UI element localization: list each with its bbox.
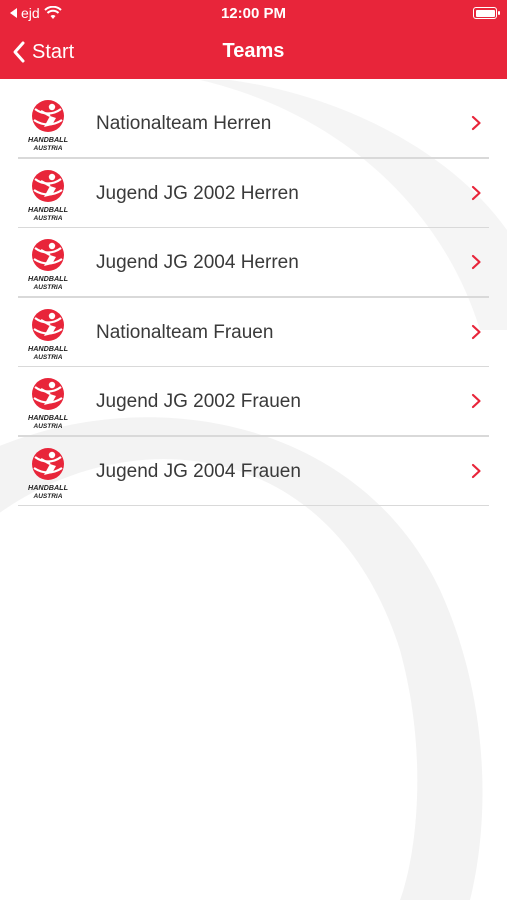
status-time: 12:00 PM (220, 5, 287, 22)
logo-text-bottom: AUSTRIA (33, 354, 63, 361)
team-name: Jugend JG 2004 Frauen (96, 460, 301, 482)
chevron-right-icon (471, 115, 481, 131)
chevron-right-icon (471, 393, 481, 409)
app-header: ejd 12:00 PM Start Teams (0, 0, 507, 79)
team-name: Nationalteam Herren (96, 113, 272, 134)
logo-text-bottom: AUSTRIA (33, 493, 63, 500)
back-button-label: Start (32, 40, 75, 63)
team-row[interactable]: HANDBALL AUSTRIA Nationalteam Frauen (0, 298, 507, 367)
handball-austria-logo: HANDBALL AUSTRIA (28, 378, 68, 430)
handball-austria-logo: HANDBALL AUSTRIA (28, 239, 68, 291)
handball-austria-logo: HANDBALL AUSTRIA (28, 169, 68, 222)
team-name: Jugend JG 2002 Herren (96, 182, 299, 204)
logo-text-top: HANDBALL (28, 274, 68, 283)
team-row[interactable]: HANDBALL AUSTRIA Jugend JG 2002 Herren (0, 159, 507, 228)
logo-text-top: HANDBALL (28, 205, 68, 214)
logo-text-top: HANDBALL (28, 344, 68, 353)
chevron-right-icon (471, 254, 481, 270)
handball-austria-logo: HANDBALL AUSTRIA (28, 308, 68, 361)
team-name: Jugend JG 2004 Herren (96, 252, 299, 273)
logo-text-top: HANDBALL (28, 483, 68, 492)
team-row[interactable]: HANDBALL AUSTRIA Jugend JG 2004 Frauen (0, 437, 507, 506)
row-divider (18, 504, 489, 506)
chevron-right-icon (471, 463, 481, 478)
logo-text-bottom: AUSTRIA (33, 215, 63, 222)
battery-icon (473, 7, 500, 19)
team-row[interactable]: HANDBALL AUSTRIA Jugend JG 2002 Frauen (0, 367, 507, 437)
logo-text-bottom: AUSTRIA (33, 284, 63, 291)
team-list: HANDBALL AUSTRIA Nationalteam Herren HAN… (0, 89, 507, 506)
chevron-right-icon (471, 185, 481, 200)
chevron-left-icon (13, 41, 25, 63)
logo-text-bottom: AUSTRIA (33, 145, 63, 152)
logo-text-top: HANDBALL (28, 413, 68, 422)
team-row[interactable]: HANDBALL AUSTRIA Nationalteam Herren (0, 89, 507, 159)
team-row[interactable]: HANDBALL AUSTRIA Jugend JG 2004 Herren (0, 228, 507, 298)
handball-austria-logo: HANDBALL AUSTRIA (28, 100, 68, 152)
logo-text-top: HANDBALL (28, 135, 68, 144)
handball-austria-logo: HANDBALL AUSTRIA (28, 447, 68, 500)
team-name: Nationalteam Frauen (96, 321, 274, 343)
page-title: Teams (222, 40, 285, 62)
chevron-right-icon (471, 324, 481, 339)
back-button[interactable]: Start (12, 36, 74, 68)
team-name: Jugend JG 2002 Frauen (96, 391, 301, 412)
status-bar: ejd 12:00 PM (0, 0, 507, 28)
logo-text-bottom: AUSTRIA (33, 423, 63, 430)
